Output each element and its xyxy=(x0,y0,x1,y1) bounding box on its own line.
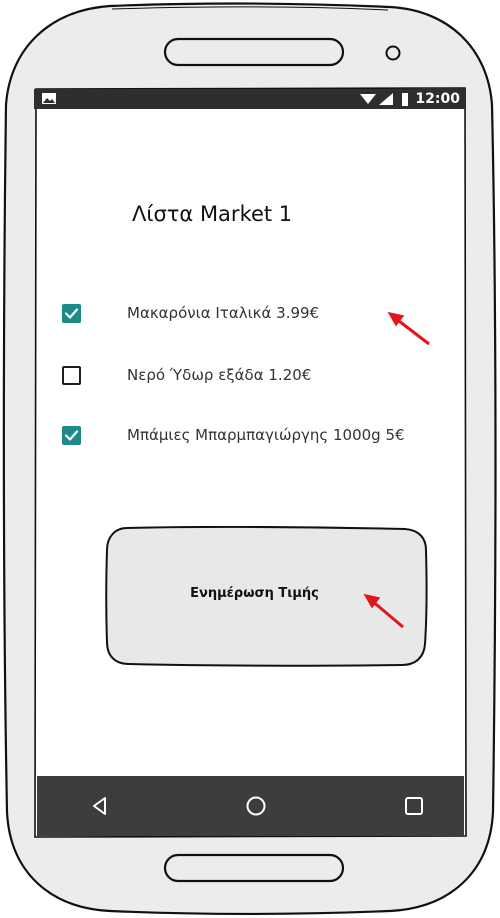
page-title: Λίστα Market 1 xyxy=(132,202,293,226)
list-item[interactable]: Νερό Ύδωρ εξάδα 1.20€ xyxy=(62,363,311,387)
recents-icon xyxy=(405,797,423,815)
phone-mockup: 12:00 Λίστα Market 1 Μακαρόνια Ιταλικά 3… xyxy=(0,0,500,918)
back-icon xyxy=(93,797,106,815)
update-price-button[interactable]: Ενημέρωση Τιμής xyxy=(105,526,428,667)
home-button[interactable] xyxy=(244,794,268,818)
back-button[interactable] xyxy=(88,794,112,818)
update-price-label: Ενημέρωση Τιμής xyxy=(190,586,319,601)
checkbox-unchecked[interactable] xyxy=(62,365,81,385)
list-item[interactable]: Μακαρόνια Ιταλικά 3.99€ xyxy=(62,301,319,325)
list-item[interactable]: Μπάμιες Μπαρμπαγιώργης 1000g 5€ xyxy=(62,423,405,447)
navigation-bar xyxy=(37,776,464,836)
home-icon xyxy=(246,796,266,816)
list-item-label: Μακαρόνια Ιταλικά 3.99€ xyxy=(127,304,320,322)
checkmark-icon xyxy=(64,307,79,319)
status-bar: 12:00 xyxy=(34,89,466,109)
battery-icon xyxy=(402,92,409,106)
speaker-grille xyxy=(163,37,345,67)
status-time: 12:00 xyxy=(415,91,460,107)
bottom-speaker xyxy=(163,853,345,883)
signal-icon xyxy=(379,93,394,105)
photo-icon xyxy=(42,93,56,104)
checkbox-checked[interactable] xyxy=(62,425,81,445)
list-item-label: Μπάμιες Μπαρμπαγιώργης 1000g 5€ xyxy=(127,426,405,444)
list-item-label: Νερό Ύδωρ εξάδα 1.20€ xyxy=(127,366,312,384)
wifi-icon xyxy=(360,94,377,104)
checkbox-checked[interactable] xyxy=(62,303,81,323)
status-indicators: 12:00 xyxy=(360,91,460,107)
checkmark-icon xyxy=(64,429,79,441)
recents-button[interactable] xyxy=(402,794,426,818)
